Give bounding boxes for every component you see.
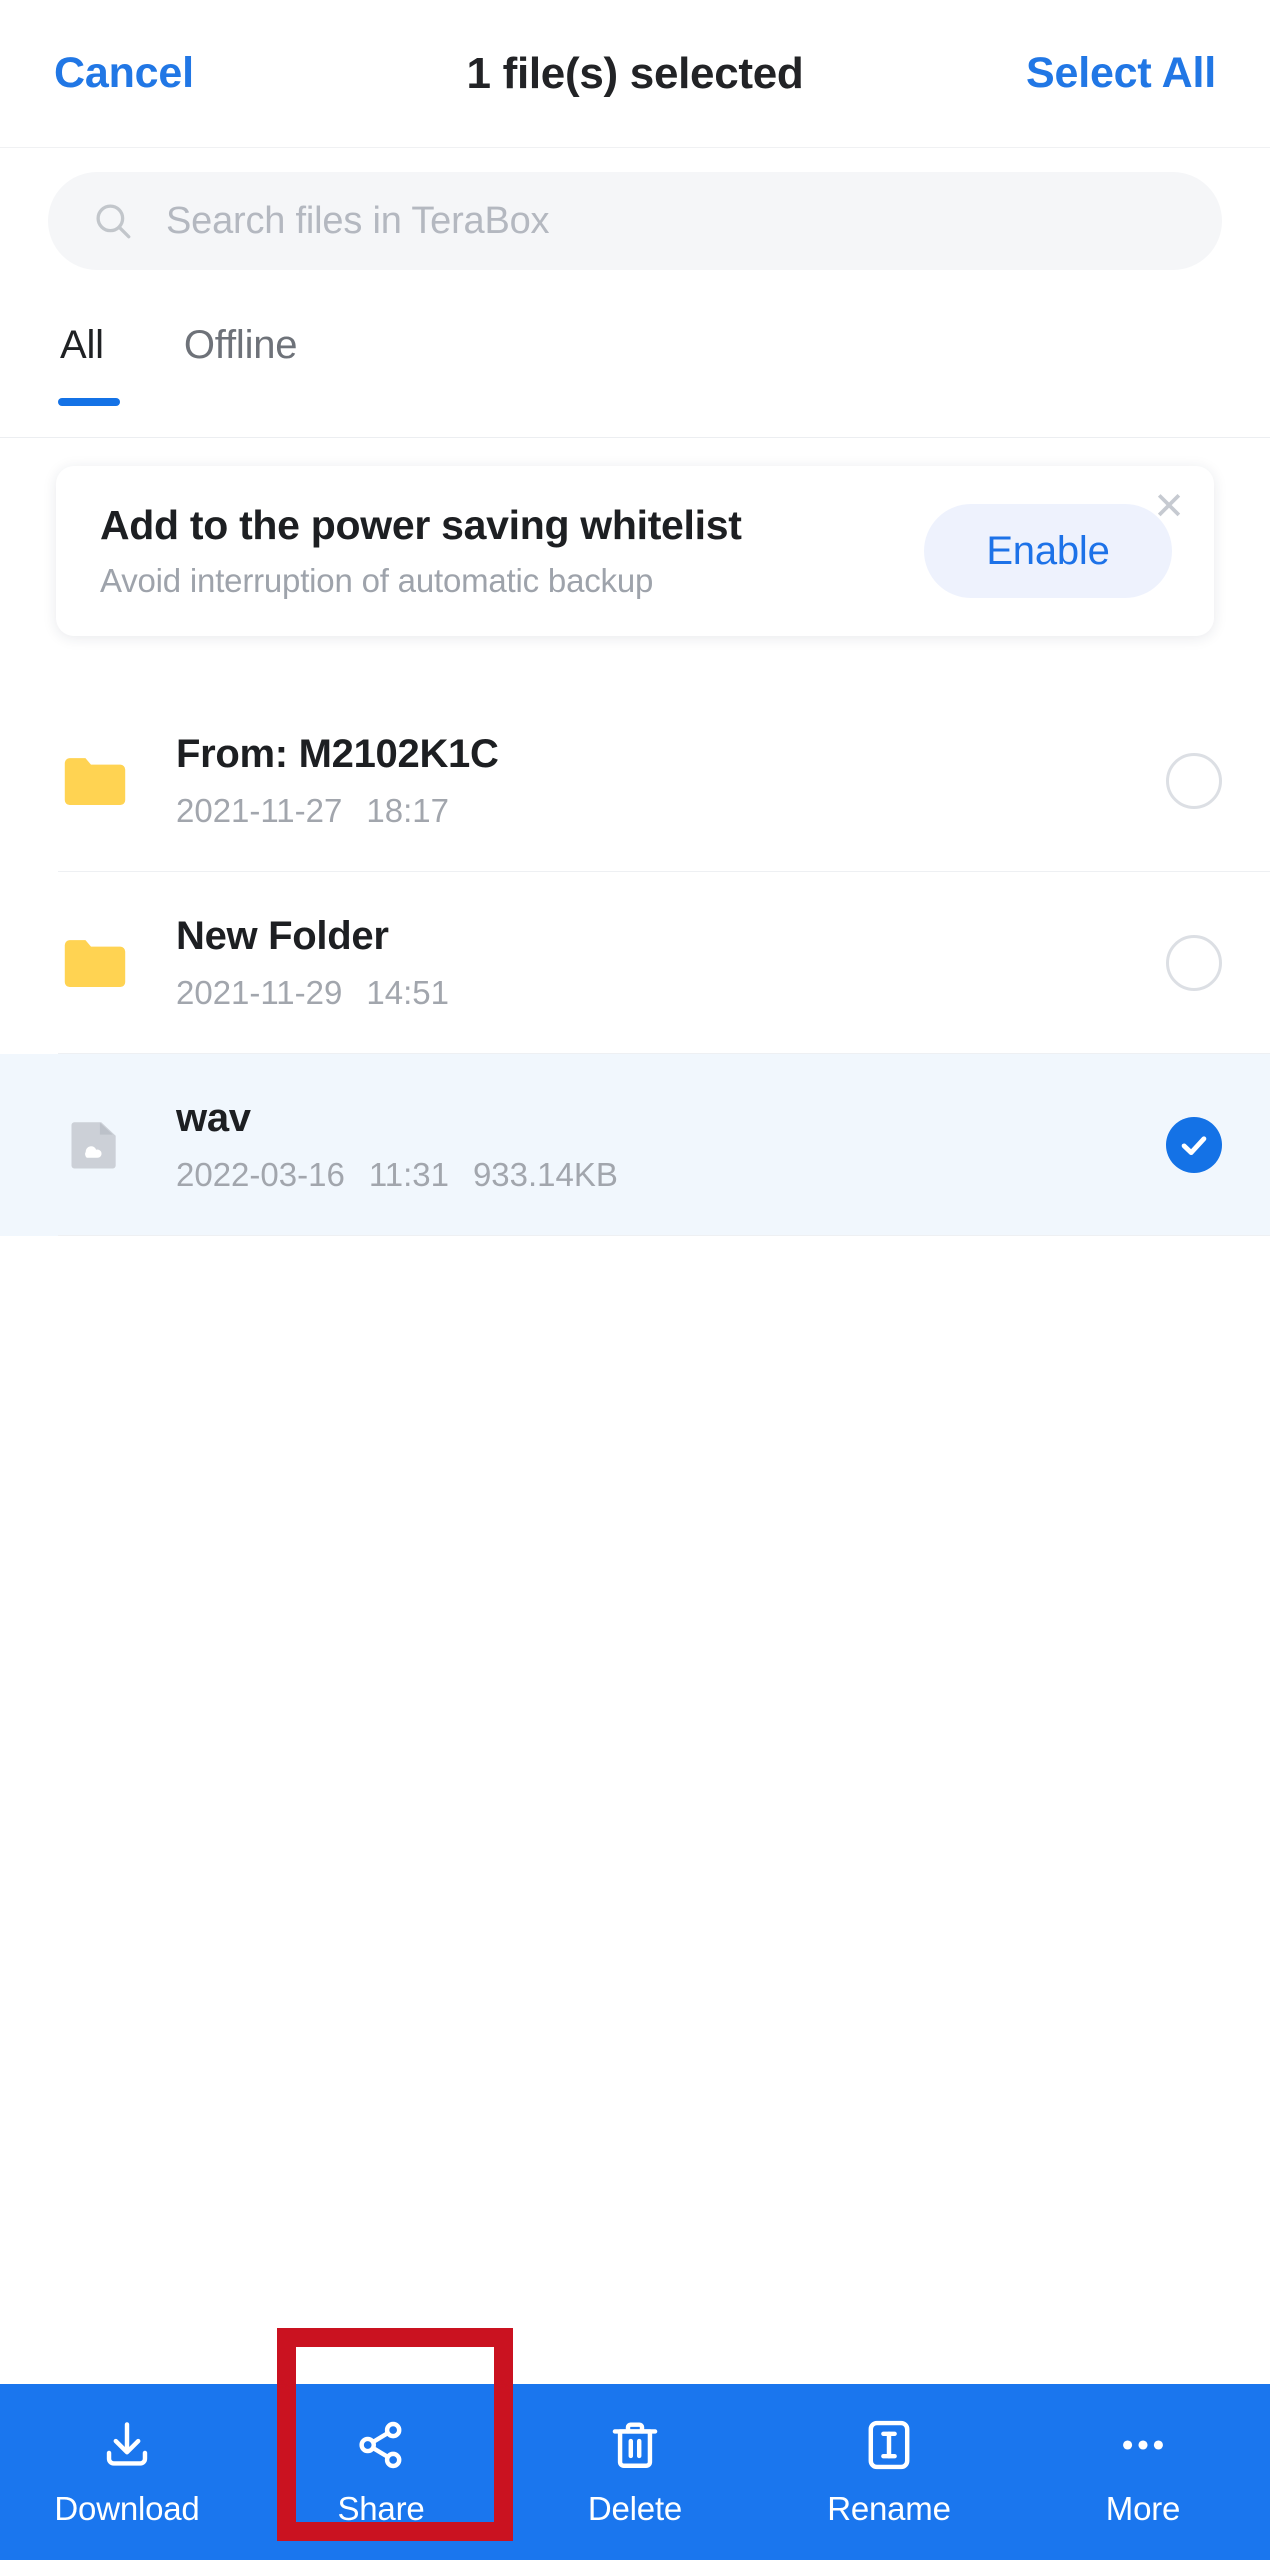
search-input[interactable]: Search files in TeraBox <box>48 172 1222 270</box>
row-select-radio-checked[interactable] <box>1166 1117 1222 1173</box>
file-list: From: M2102K1C 2021-11-27 18:17 New Folde… <box>0 690 1270 1236</box>
cancel-button[interactable]: Cancel <box>54 49 194 98</box>
banner-text-block: Add to the power saving whitelist Avoid … <box>56 502 924 599</box>
enable-button[interactable]: Enable <box>924 504 1172 598</box>
banner-title: Add to the power saving whitelist <box>100 502 742 549</box>
more-button[interactable]: More <box>1016 2384 1270 2560</box>
tab-all-label: All <box>60 323 104 367</box>
file-name: From: M2102K1C <box>176 732 499 776</box>
more-dots-icon <box>1114 2416 1172 2474</box>
rename-label: Rename <box>827 2490 951 2527</box>
more-label: More <box>1105 2490 1181 2527</box>
file-info: New Folder 2021-11-29 14:51 <box>176 914 1166 1012</box>
selection-top-bar: Cancel Select All <box>0 0 1270 148</box>
banner-subtitle: Avoid interruption of automatic backup <box>100 561 654 599</box>
select-all-button[interactable]: Select All <box>1026 49 1216 98</box>
folder-icon <box>58 926 132 1000</box>
delete-label: Delete <box>587 2490 683 2527</box>
trash-icon <box>606 2416 664 2474</box>
share-label: Share <box>337 2490 425 2527</box>
selection-action-toolbar: Download Share Delete Rename More <box>0 2384 1270 2560</box>
table-row[interactable]: New Folder 2021-11-29 14:51 <box>0 872 1270 1054</box>
table-row[interactable]: wav 2022-03-16 11:31 933.14KB <box>0 1054 1270 1236</box>
download-label: Download <box>54 2490 200 2527</box>
file-name: New Folder <box>176 914 389 958</box>
share-button[interactable]: Share <box>254 2384 508 2560</box>
close-icon[interactable]: ✕ <box>1142 480 1196 534</box>
rename-button[interactable]: Rename <box>762 2384 1016 2560</box>
row-select-radio[interactable] <box>1166 753 1222 809</box>
cloud-file-icon <box>58 1108 132 1182</box>
file-time: 14:51 <box>366 974 449 1011</box>
folder-icon <box>58 744 132 818</box>
file-size: 933.14KB <box>472 1156 618 1193</box>
share-icon <box>352 2416 410 2474</box>
table-row[interactable]: From: M2102K1C 2021-11-27 18:17 <box>0 690 1270 872</box>
file-date: 2021-11-27 <box>176 792 343 829</box>
search-placeholder-text: Search files in TeraBox <box>166 199 550 242</box>
file-time: 11:31 <box>368 1156 449 1193</box>
file-meta: 2021-11-29 14:51 <box>176 974 1166 1012</box>
download-button[interactable]: Download <box>0 2384 254 2560</box>
delete-button[interactable]: Delete <box>508 2384 762 2560</box>
file-meta: 2022-03-16 11:31 933.14KB <box>176 1156 1166 1194</box>
download-icon <box>98 2416 156 2474</box>
search-icon <box>92 200 134 242</box>
tab-all[interactable]: All <box>48 323 120 406</box>
tab-offline-label: Offline <box>183 323 298 367</box>
file-date: 2021-11-29 <box>176 974 343 1011</box>
search-bar-container: Search files in TeraBox <box>0 149 1270 293</box>
rename-icon <box>860 2416 918 2474</box>
terabox-file-manager-screen: Cancel Select All 1 file(s) selected Sea… <box>0 0 1270 2560</box>
tab-offline[interactable]: Offline <box>172 323 309 406</box>
file-info: wav 2022-03-16 11:31 933.14KB <box>176 1096 1166 1194</box>
power-saving-whitelist-banner: Add to the power saving whitelist Avoid … <box>56 466 1214 636</box>
file-name: wav <box>176 1096 251 1140</box>
row-select-radio[interactable] <box>1166 935 1222 991</box>
tab-bar: All Offline <box>0 293 1270 438</box>
file-info: From: M2102K1C 2021-11-27 18:17 <box>176 732 1166 830</box>
file-time: 18:17 <box>366 792 449 829</box>
file-meta: 2021-11-27 18:17 <box>176 792 1166 830</box>
file-date: 2022-03-16 <box>176 1156 345 1193</box>
